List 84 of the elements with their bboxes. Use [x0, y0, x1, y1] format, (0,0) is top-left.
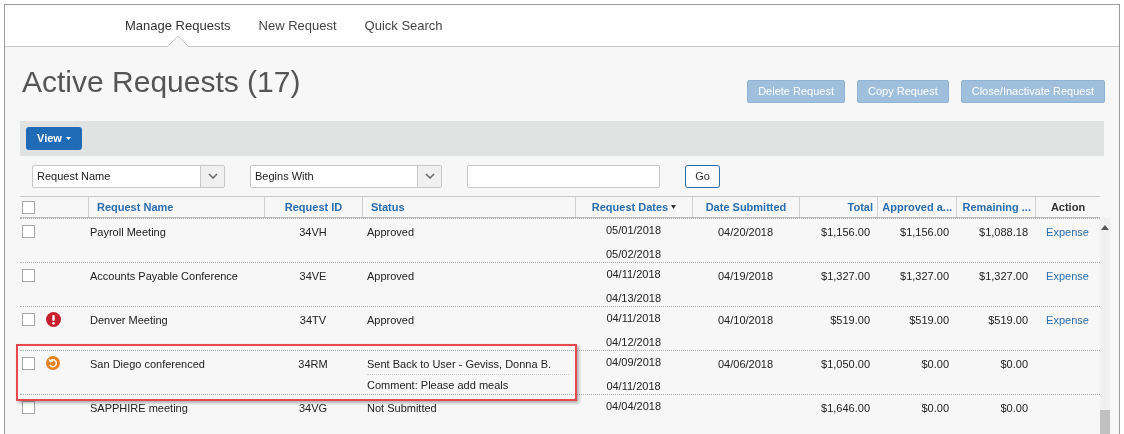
table-cell: 04/20/2018	[717, 226, 774, 238]
dropdown-toggle[interactable]	[417, 165, 441, 187]
table-cell: San Diego conferenced	[90, 358, 205, 370]
field-select[interactable]: Request Name	[32, 164, 225, 188]
row-checkbox[interactable]	[22, 200, 35, 214]
page-title: Active Requests (17)	[22, 67, 301, 97]
column-header[interactable]: Action	[1035, 197, 1100, 217]
table-cell: $1,327.00	[900, 270, 949, 282]
nav-tab[interactable]: Quick Search	[364, 5, 443, 46]
expense-link[interactable]: Expense	[1046, 226, 1089, 238]
table-cell: 04/11/2018	[606, 267, 661, 281]
table-cell: 04/11/2018	[606, 379, 661, 393]
table-cell: $519.00	[830, 314, 870, 326]
row-checkbox[interactable]	[22, 357, 35, 370]
table-cell: $1,646.00	[821, 402, 870, 414]
table-cell: $1,327.00	[821, 270, 870, 282]
table-cell: 34VH	[299, 226, 327, 238]
expense-link[interactable]: Expense	[1046, 270, 1089, 282]
table-cell: $519.00	[988, 314, 1028, 326]
column-header[interactable]: Date Submitted	[692, 197, 799, 217]
table-cell: Payroll Meeting	[90, 226, 166, 238]
table-cell: Approved	[367, 225, 415, 239]
table-cell: 34TV	[299, 314, 327, 326]
table-cell: $1,088.18	[979, 226, 1028, 238]
dropdown-toggle[interactable]	[200, 165, 224, 187]
scroll-up-icon[interactable]	[1101, 225, 1109, 230]
table-cell: $0.00	[1000, 402, 1028, 414]
nav-tab[interactable]: Manage Requests	[125, 5, 231, 46]
table-cell: 04/06/2018	[717, 358, 774, 370]
column-header[interactable]: Approved a...	[877, 197, 956, 217]
table-cell: 34RM	[298, 358, 328, 370]
operator-select[interactable]: Begins With	[250, 164, 442, 188]
table-cell: $0.00	[921, 358, 949, 370]
chevron-down-icon	[207, 173, 218, 179]
column-header[interactable]: Remaining ...	[956, 197, 1035, 217]
table-cell: 05/01/2018	[605, 223, 662, 237]
row-checkbox[interactable]	[22, 269, 35, 282]
table-cell: $1,156.00	[821, 226, 870, 238]
table-cell: 04/13/2018	[605, 291, 662, 305]
table-cell: $0.00	[1000, 358, 1028, 370]
table-cell: $1,050.00	[821, 358, 870, 370]
expense-link[interactable]: Expense	[1046, 314, 1089, 326]
scrollbar[interactable]	[1100, 218, 1110, 434]
caret-icon	[65, 137, 71, 140]
table-cell: 04/10/2018	[717, 314, 774, 326]
column-header[interactable]: Request Dates	[575, 197, 692, 217]
table-cell: SAPPHIRE meeting	[90, 402, 188, 414]
table-cell: 34VE	[299, 270, 327, 282]
row-checkbox[interactable]	[22, 313, 35, 326]
table-cell: 05/02/2018	[605, 247, 662, 261]
table-cell: $1,156.00	[900, 226, 949, 238]
row-checkbox[interactable]	[22, 225, 35, 238]
return-arrow-icon	[46, 356, 60, 370]
table-cell: $519.00	[909, 314, 949, 326]
search-field[interactable]	[467, 164, 660, 188]
table-cell: 04/04/2018	[605, 399, 662, 413]
table-cell: Denver Meeting	[90, 314, 168, 326]
scrollbar-thumb[interactable]	[1100, 410, 1110, 434]
table-cell: Accounts Payable Conference	[90, 270, 238, 282]
table-cell: Sent Back to User - Geviss, Donna B.	[367, 357, 552, 371]
column-header[interactable]: Status	[362, 197, 575, 217]
column-header[interactable]: Total	[799, 197, 877, 217]
table-cell: 04/12/2018	[605, 335, 662, 349]
sort-caret-icon	[671, 205, 677, 209]
table-cell: 34VG	[298, 402, 328, 414]
go-button[interactable]: Go	[685, 164, 720, 188]
table-cell: Approved	[367, 269, 415, 283]
table-cell: Approved	[367, 313, 415, 327]
status-comment: Comment: Please add meals	[367, 379, 509, 391]
column-header[interactable]: Request Name	[88, 197, 264, 217]
select-value: Begins With	[254, 168, 314, 184]
select-value: Request Name	[36, 168, 111, 184]
table-cell: 04/19/2018	[717, 270, 774, 282]
table-cell: $1,327.00	[979, 270, 1028, 282]
view-button[interactable]: View	[26, 127, 82, 150]
row-checkbox[interactable]	[22, 401, 35, 414]
column-header[interactable]: Request ID	[264, 197, 362, 217]
table-cell: 04/09/2018	[605, 355, 662, 369]
chevron-down-icon	[424, 173, 435, 179]
alert-icon	[46, 312, 61, 327]
nav-tab[interactable]: New Request	[258, 5, 337, 46]
table-cell: $0.00	[921, 402, 949, 414]
table-cell: 04/11/2018	[606, 311, 661, 325]
table-cell: Not Submitted	[367, 401, 437, 415]
